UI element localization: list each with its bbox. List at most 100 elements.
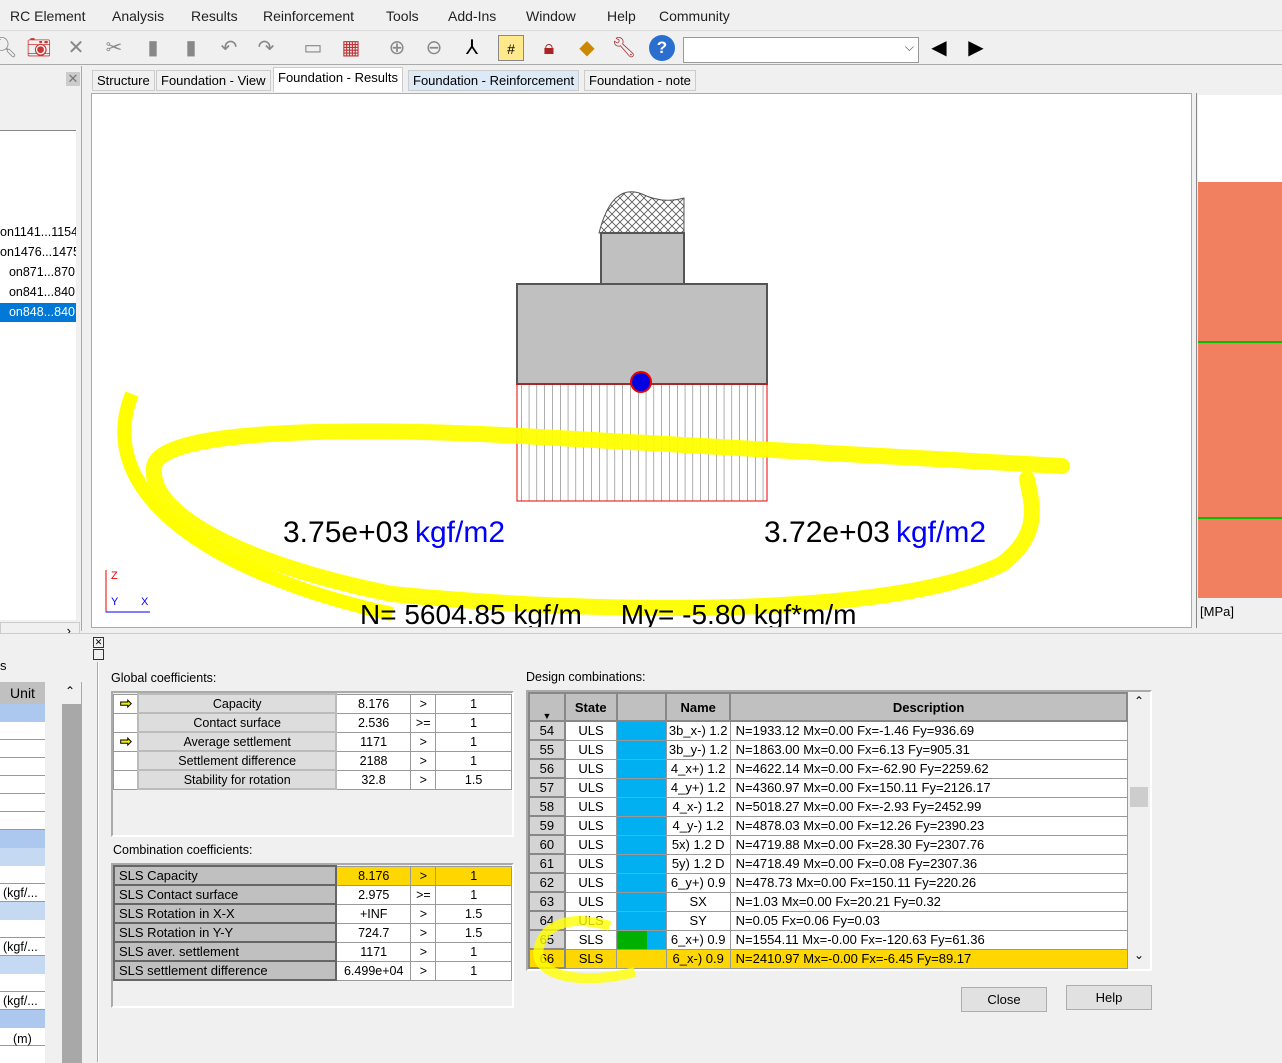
zoom-in-icon[interactable]: ⊕ [384,35,410,61]
splitter[interactable] [97,662,99,1062]
scroll-down-icon[interactable]: ⌄ [1134,948,1144,962]
previous-arrow-icon[interactable]: ◀ [926,35,952,61]
column-cut-hatch [598,191,685,234]
design-row[interactable]: 57 ULS 4_y+) 1.2 N=4360.97 Mx=0.00 Fx=150.1… [528,777,1128,798]
name-header[interactable]: Name [665,692,732,722]
menu-analysis[interactable]: Analysis [112,8,164,24]
delete-icon[interactable]: ✕ [63,35,89,61]
color-cell [616,891,667,912]
combination-coefficients-title: Combination coefficients: [113,843,253,857]
row-number[interactable]: 56 [528,758,566,779]
menu-results[interactable]: Results [191,8,238,24]
arrow-cell [113,712,139,733]
design-row[interactable]: 58 ULS 4_x-) 1.2 N=5018.27 Mx=0.00 Fx=-2.93… [528,796,1128,817]
description-cell: N=4360.97 Mx=0.00 Fx=150.11 Fy=2126.17 [729,777,1128,798]
table-icon[interactable]: # [498,35,524,61]
sort-header[interactable]: ▼ [528,692,566,722]
design-row[interactable]: 56 ULS 4_x+) 1.2 N=4622.14 Mx=0.00 Fx=-62.9… [528,758,1128,779]
description-cell: N=4719.88 Mx=0.00 Fx=28.30 Fy=2307.76 [729,834,1128,855]
scroll-up-icon[interactable]: ⌃ [1134,694,1144,708]
model-icon[interactable]: ◆ [574,35,600,61]
row-number[interactable]: 55 [528,739,566,760]
calculator-icon[interactable]: ▦ [338,35,364,61]
close-icon[interactable]: ✕ [93,637,104,648]
state-header[interactable]: State [563,692,618,722]
combination-row[interactable]: SLS Capacity 8.176 >1 [113,865,512,886]
combination-row[interactable]: SLS Contact surface 2.975 >= 1 [113,884,512,905]
screen-icon[interactable]: ▭ [300,35,326,61]
tab-foundation-results[interactable]: Foundation - Results [273,67,403,92]
coefficient-limit: 1 [435,693,512,714]
help-icon[interactable]: ? [649,35,675,61]
undo-icon[interactable]: ↶ [216,35,242,61]
menu-add-ins[interactable]: Add-Ins [448,8,496,24]
row-number[interactable]: 61 [528,853,566,874]
vertical-scrollbar[interactable] [62,704,81,1063]
redo-icon[interactable]: ↷ [253,35,279,61]
scroll-thumb[interactable] [1130,787,1148,807]
design-row[interactable]: 63 ULS SX N=1.03 Mx=0.00 Fx=20.21 Fy=0.32 [528,891,1128,912]
design-row[interactable]: 59 ULS 4_y-) 1.2 N=4878.03 Mx=0.00 Fx=12.26… [528,815,1128,836]
arrow-cell [113,750,139,771]
global-row[interactable]: Stability for rotation 32.8 >1.5 [113,769,512,790]
combination-row[interactable]: SLS Rotation in Y-Y 724.7 >1.5 [113,922,512,943]
tab-foundation-reinforcement[interactable]: Foundation - Reinforcement [408,70,580,91]
tab-foundation-note[interactable]: Foundation - note [584,70,696,91]
color-header[interactable] [615,692,668,722]
tree-item[interactable]: on841...840 [0,283,76,302]
global-row[interactable]: Contact surface 2.536 >= 1 [113,712,512,733]
design-row[interactable]: 62 ULS 6_y+) 0.9 N=478.73 Mx=0.00 Fx=150.11… [528,872,1128,893]
row-number[interactable]: 63 [528,891,566,912]
menu-window[interactable]: Window [526,8,576,24]
paste-icon[interactable]: ▮ [178,35,204,61]
zoom-out-icon[interactable]: ⊖ [421,35,447,61]
global-row[interactable]: ➡ Capacity 8.176 >1 [113,693,512,714]
menu-rc-element[interactable]: RC Element [10,8,85,24]
row-number[interactable]: 60 [528,834,566,855]
design-row[interactable]: 60 ULS 5x) 1.2 D N=4719.88 Mx=0.00 Fx=28.30… [528,834,1128,855]
copy-icon[interactable]: ▮ [140,35,166,61]
global-row[interactable]: Settlement difference 2188 >1 [113,750,512,771]
tree-item[interactable]: on1476...1475 [0,243,76,262]
combination-row[interactable]: SLS aver. settlement 1171 >1 [113,941,512,962]
coefficient-limit: 1 [435,731,512,752]
global-row[interactable]: ➡ Average settlement 1171 >1 [113,731,512,752]
wrench-icon[interactable]: 🔧︎ [611,35,637,61]
cut-icon[interactable]: ✂ [101,35,127,61]
description-header[interactable]: Description [729,692,1128,722]
menu-reinforcement[interactable]: Reinforcement [263,8,354,24]
row-number[interactable]: 59 [528,815,566,836]
tab-structure[interactable]: Structure [92,70,155,91]
design-row[interactable]: 61 ULS 5y) 1.2 D N=4718.49 Mx=0.00 Fx=0.08 … [528,853,1128,874]
camera-icon[interactable]: 📷︎ [26,35,52,61]
row-number[interactable]: 58 [528,796,566,817]
combination-row[interactable]: SLS settlement difference 6.499e+04 >1 [113,960,512,981]
combination-select[interactable]: ⌵ [683,37,919,63]
tree-item[interactable]: on1141...1154 [0,223,76,242]
menu-help[interactable]: Help [607,8,636,24]
left-tab-fragment[interactable]: s [0,658,7,673]
zoom-icon[interactable]: 🔍︎ [0,35,18,61]
combination-row[interactable]: SLS Rotation in X-X +INF >1.5 [113,903,512,924]
tree-item[interactable]: on871...870 [0,263,76,282]
close-icon[interactable]: ✕ [66,72,80,86]
row-number[interactable]: 57 [528,777,566,798]
help-button[interactable]: Help [1066,985,1152,1010]
close-button[interactable]: Close [961,987,1047,1012]
tree-item-selected[interactable]: on848...840 [0,303,76,322]
design-row[interactable]: 54 ULS 3b_x-) 1.2 N=1933.12 Mx=0.00 Fx=-1.4… [528,720,1128,741]
tab-foundation-view[interactable]: Foundation - View [156,70,271,91]
scroll-up-icon[interactable]: ⌃ [65,684,75,698]
lock-icon[interactable]: 🔒︎ [536,35,562,61]
refresh-axes-icon[interactable]: ⅄ [459,35,485,61]
restore-icon[interactable] [93,649,104,660]
menu-community[interactable]: Community [659,8,730,24]
next-arrow-icon[interactable]: ▶ [963,35,989,61]
menu-tools[interactable]: Tools [386,8,419,24]
design-row[interactable]: 55 ULS 3b_y-) 1.2 N=1863.00 Mx=0.00 Fx=6.13… [528,739,1128,760]
unit-cell: (kgf/... [3,994,38,1008]
design-scrollbar[interactable]: ⌃ ⌄ [1128,692,1150,969]
row-number[interactable]: 62 [528,872,566,893]
row-number[interactable]: 54 [528,720,566,741]
foundation-results-view[interactable]: 3.75e+03 kgf/m2 3.72e+03 kgf/m2 N= 5604.85… [91,93,1192,628]
